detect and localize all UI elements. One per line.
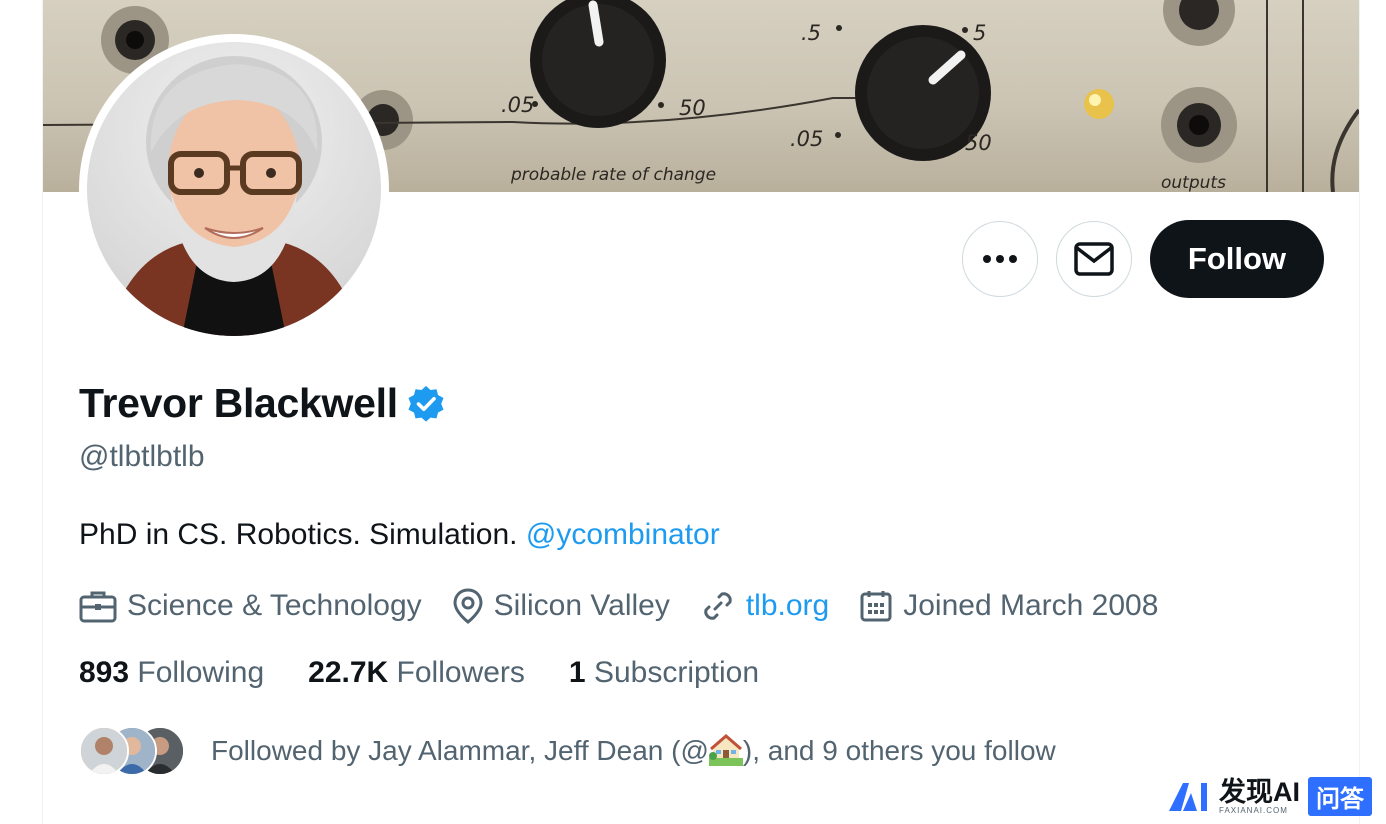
profile-meta: Science & Technology Silicon Valley tlb.…: [79, 588, 1188, 624]
subscription-count: 1: [568, 656, 586, 689]
avatar-portrait: [107, 56, 361, 336]
following-count: 893: [79, 656, 130, 689]
website-link[interactable]: tlb.org: [746, 589, 829, 623]
meta-category-text: Science & Technology: [127, 589, 422, 622]
banner-outputs-label: outputs: [1161, 173, 1226, 192]
meta-category: Science & Technology: [79, 589, 422, 623]
profile-stats: 893 Following 22.7K Followers 1 Subscrip…: [79, 656, 803, 690]
followed-by-row[interactable]: Followed by Jay Alammar, Jeff Dean (@ ),…: [79, 724, 1056, 776]
profile-actions: Follow: [961, 220, 1324, 298]
meta-location-text: Silicon Valley: [493, 589, 670, 622]
followed-by-avatars: [79, 724, 199, 776]
avatar-ring: [79, 34, 389, 344]
envelope-icon: [1074, 242, 1114, 276]
follower-avatar: [79, 726, 129, 776]
faxianai-logo-icon: [1169, 782, 1207, 811]
profile-name-row: Trevor Blackwell: [79, 380, 446, 427]
profile-handle: @tlbtlbtlb: [79, 440, 205, 473]
link-icon: [704, 592, 732, 620]
message-button[interactable]: [1055, 221, 1132, 297]
meta-joined: Joined March 2008: [859, 589, 1158, 623]
watermark-domain: FAXIANAI.COM: [1219, 805, 1288, 815]
banner-caption: probable rate of change: [510, 165, 716, 185]
followed-by-prefix: Followed by Jay Alammar, Jeff Dean (@: [211, 734, 709, 766]
profile-name: Trevor Blackwell: [79, 380, 398, 426]
banner-knob-label: .05: [790, 127, 823, 151]
banner-knob-label: 50: [679, 96, 706, 120]
avatar[interactable]: [87, 42, 381, 336]
profile-bio: PhD in CS. Robotics. Simulation. @ycombi…: [79, 518, 720, 552]
watermark-badge: 问答: [1308, 777, 1372, 816]
following-stat[interactable]: 893 Following: [79, 656, 264, 690]
watermark: 发现AI FAXIANAI.COM 问答: [1167, 777, 1372, 816]
subscription-label: Subscription: [593, 656, 760, 689]
briefcase-icon: [79, 591, 117, 623]
followed-by-suffix: ), and 9 others you follow: [742, 734, 1056, 766]
banner-knob-label: .05: [501, 93, 534, 117]
meta-website: tlb.org: [700, 588, 829, 624]
meta-location: Silicon Valley: [452, 588, 670, 624]
bio-text: PhD in CS. Robotics. Simulation.: [79, 518, 526, 551]
subscription-stat[interactable]: 1 Subscription: [569, 656, 759, 690]
following-label: Following: [137, 656, 265, 689]
house-with-garden-icon: [708, 733, 743, 766]
calendar-icon: [860, 591, 892, 622]
location-pin-icon: [453, 588, 483, 624]
followers-label: Followers: [396, 656, 525, 689]
more-button[interactable]: [961, 221, 1038, 297]
watermark-brand: 发现AI: [1219, 776, 1300, 807]
followers-stat[interactable]: 22.7K Followers: [308, 656, 525, 690]
follow-button[interactable]: Follow: [1149, 220, 1324, 298]
banner-knob-label: 50: [965, 131, 992, 155]
profile-card: .05 50 .5 5 .05 50 probable rate of chan…: [42, 0, 1360, 824]
meta-joined-text: Joined March 2008: [903, 589, 1159, 622]
followed-by-text: Followed by Jay Alammar, Jeff Dean (@ ),…: [211, 733, 1056, 767]
bio-mention-link[interactable]: @ycombinator: [526, 518, 720, 551]
watermark-text: 发现AI FAXIANAI.COM: [1219, 776, 1300, 815]
verified-badge-icon[interactable]: [406, 384, 446, 424]
more-horizontal-icon: [982, 255, 1017, 263]
followers-count: 22.7K: [308, 656, 389, 689]
banner-knob-label: .5: [801, 21, 821, 45]
banner-knob-label: 5: [973, 21, 986, 45]
